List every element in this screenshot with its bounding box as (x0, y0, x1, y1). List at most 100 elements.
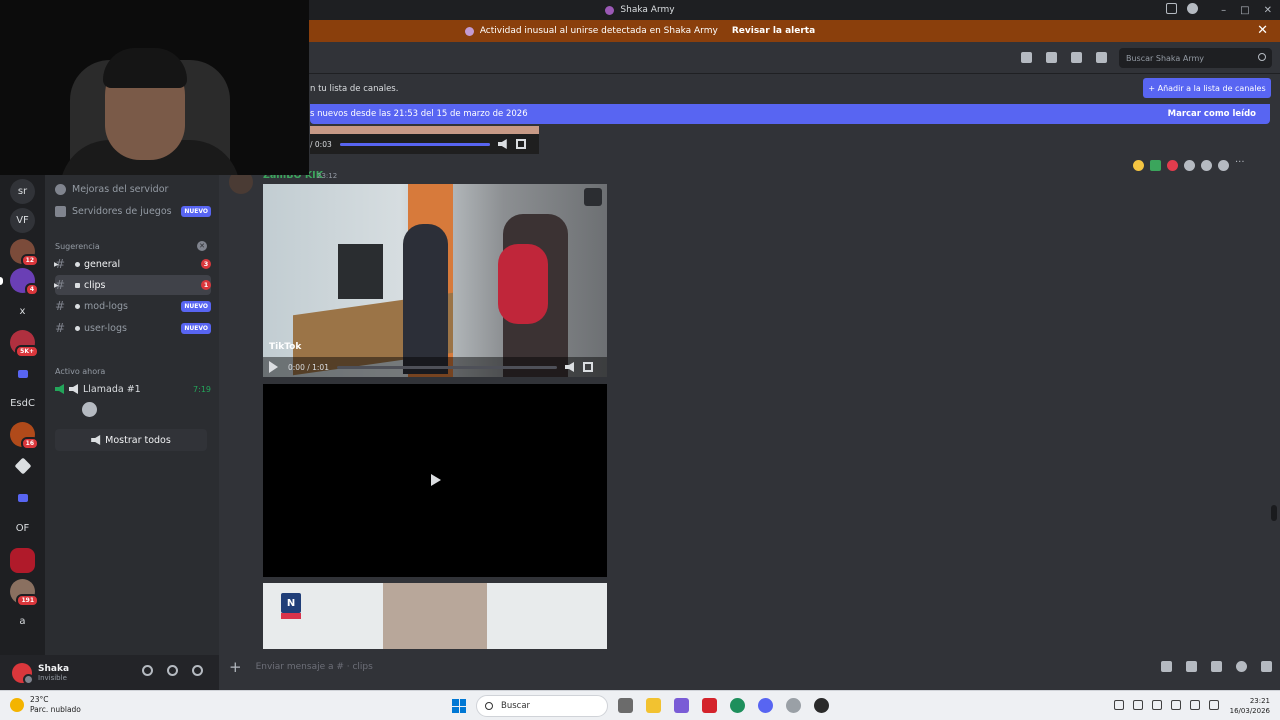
weather-widget[interactable]: 23°C Parc. nublado (10, 695, 81, 715)
emoji-check-icon[interactable] (1150, 160, 1161, 171)
app-tray-icon[interactable] (1152, 700, 1162, 710)
mute-notifications-icon[interactable] (1046, 52, 1057, 63)
taskview-icon[interactable] (618, 698, 633, 713)
microphone-icon[interactable] (142, 665, 153, 676)
server-icon[interactable]: 191 (10, 579, 39, 607)
more-icon[interactable]: ··· (1235, 158, 1246, 171)
sticker-icon[interactable] (1211, 661, 1222, 672)
mark-as-read-button[interactable]: Marcar como leído (1168, 109, 1256, 119)
server-icon[interactable]: 5K+ (10, 330, 39, 358)
server-diamond-icon[interactable] (10, 453, 35, 478)
speaker-icon (55, 384, 64, 394)
previous-video[interactable]: / 0:03 (310, 126, 539, 154)
dismiss-suggestion-icon[interactable]: ✕ (197, 241, 207, 251)
emoji-icon[interactable] (1236, 661, 1247, 672)
emoji-heart-icon[interactable] (1167, 160, 1178, 171)
volume-icon[interactable] (1209, 700, 1219, 710)
volume-icon[interactable] (564, 362, 574, 372)
close-alert-icon[interactable]: ✕ (1257, 23, 1268, 38)
app-icon[interactable] (786, 698, 801, 713)
unread-caret-icon: ▶ (54, 281, 59, 289)
monitor-icon[interactable] (1190, 700, 1200, 710)
channel-user-logs[interactable]: # user-logs NUEVO (55, 318, 211, 338)
channel-clips[interactable]: ▶ # clips 1 (54, 275, 211, 295)
add-to-channel-list-button[interactable]: + Añadir a la lista de canales (1143, 78, 1271, 98)
server-logo-icon (605, 5, 615, 15)
threads-icon[interactable] (1021, 52, 1032, 63)
server-icon[interactable] (10, 548, 35, 573)
discord-icon[interactable] (758, 698, 773, 713)
help-icon[interactable] (1187, 3, 1198, 14)
voice-participant-avatar[interactable] (82, 402, 97, 417)
gamepad-icon (55, 205, 66, 217)
new-messages-bar[interactable]: s nuevos desde las 21:53 del 15 de marzo… (310, 104, 1270, 124)
video-progress-track[interactable] (339, 142, 490, 146)
pin-icon[interactable] (1071, 52, 1082, 63)
attach-plus-icon[interactable]: + (229, 658, 242, 676)
unread-badge: 12 (20, 254, 39, 267)
channel-mod-logs[interactable]: # mod-logs NUEVO (55, 296, 211, 316)
settings-gear-icon[interactable] (192, 665, 203, 676)
server-boost-item[interactable]: Mejoras del servidor (55, 179, 211, 199)
server-a[interactable]: a (10, 609, 35, 634)
maximize-button[interactable]: □ (1240, 5, 1249, 16)
video-embed[interactable]: N (263, 583, 607, 649)
search-input[interactable]: Buscar Shaka Army (1119, 48, 1272, 68)
wps-icon[interactable] (702, 698, 717, 713)
edge-icon[interactable] (730, 698, 745, 713)
server-icon[interactable]: 4 (10, 268, 39, 296)
server-folder-icon[interactable] (10, 485, 35, 510)
taskbar-search[interactable]: Buscar (476, 695, 608, 717)
server-icon[interactable]: 12 (10, 239, 39, 267)
message-input[interactable]: Enviar mensaje a # · clips (256, 662, 373, 672)
review-alert-button[interactable]: Revisar la alerta (732, 26, 815, 36)
volume-icon[interactable] (497, 139, 507, 149)
forward-icon[interactable] (1218, 160, 1229, 171)
microphone-icon[interactable] (1171, 700, 1181, 710)
new-badge: NUEVO (181, 205, 211, 217)
server-vf[interactable]: VF (10, 208, 35, 233)
video-embed[interactable]: TikTok 0:00 / 1:01 (263, 184, 607, 377)
app-icon[interactable] (814, 698, 829, 713)
server-folder-icon[interactable] (10, 361, 35, 386)
close-window-button[interactable]: ✕ (1264, 5, 1272, 16)
download-icon[interactable] (584, 188, 602, 206)
user-avatar[interactable] (12, 662, 34, 685)
file-explorer-icon[interactable] (646, 698, 661, 713)
start-button[interactable] (452, 699, 466, 713)
play-icon[interactable] (269, 361, 278, 373)
new-badge: NUEVO (181, 300, 211, 312)
game-servers-item[interactable]: Servidores de juegos NUEVO (55, 201, 211, 221)
fullscreen-icon[interactable] (582, 362, 593, 372)
play-icon[interactable] (431, 474, 441, 486)
reply-icon[interactable] (1201, 160, 1212, 171)
minimize-button[interactable]: – (1221, 5, 1226, 16)
fullscreen-icon[interactable] (515, 139, 526, 149)
apps-icon[interactable] (1261, 661, 1272, 672)
scrollbar-thumb[interactable] (1271, 505, 1277, 521)
video-embed[interactable] (263, 384, 607, 577)
show-hidden-icons-icon[interactable] (1114, 700, 1124, 710)
member-list-icon[interactable] (1096, 52, 1107, 63)
server-of[interactable]: OF (10, 516, 35, 541)
emoji-laugh-icon[interactable] (1133, 160, 1144, 171)
server-x[interactable]: x (10, 299, 35, 324)
message-timestamp: 23:12 (317, 172, 338, 180)
onedrive-icon[interactable] (1133, 700, 1143, 710)
system-clock[interactable]: 23:21 16/03/2026 (1230, 696, 1270, 716)
message-composer[interactable]: + Enviar mensaje a # · clips (229, 652, 1272, 682)
gift-icon[interactable] (1161, 661, 1172, 672)
server-esdc[interactable]: EsdC (10, 391, 35, 416)
server-sr[interactable]: sr (10, 179, 35, 204)
add-reaction-icon[interactable] (1184, 160, 1195, 171)
gif-icon[interactable] (1186, 661, 1197, 672)
server-icon[interactable]: 16 (10, 422, 39, 450)
video-progress-track[interactable] (336, 365, 557, 369)
headphones-icon[interactable] (167, 665, 178, 676)
voice-channel-item[interactable]: Llamada #1 7:19 (55, 379, 211, 399)
channel-general[interactable]: ▶ # general 3 (54, 254, 211, 274)
inbox-icon[interactable] (1166, 3, 1177, 14)
copilot-icon[interactable] (674, 698, 689, 713)
channel-header: Buscar Shaka Army (219, 42, 1280, 74)
show-all-button[interactable]: Mostrar todos (55, 429, 207, 451)
